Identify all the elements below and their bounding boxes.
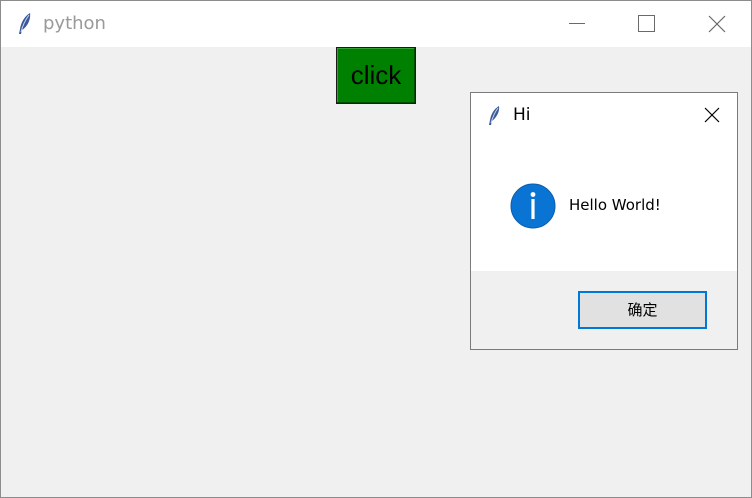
dialog-titlebar[interactable]: Hi bbox=[471, 93, 737, 137]
feather-icon bbox=[17, 12, 33, 36]
dialog-close-button[interactable] bbox=[697, 101, 727, 131]
titlebar[interactable]: python bbox=[1, 1, 751, 47]
message-dialog: Hi Hello World! 确定 bbox=[470, 92, 738, 350]
ok-button[interactable]: 确定 bbox=[578, 291, 707, 329]
dialog-title: Hi bbox=[513, 105, 531, 125]
dialog-footer: 确定 bbox=[471, 271, 737, 349]
feather-icon bbox=[487, 105, 501, 127]
dialog-body: Hello World! bbox=[471, 137, 737, 271]
close-button[interactable] bbox=[693, 1, 739, 47]
info-icon bbox=[509, 182, 557, 230]
minimize-button[interactable] bbox=[554, 1, 600, 47]
maximize-button[interactable] bbox=[623, 1, 669, 47]
dialog-message: Hello World! bbox=[569, 196, 661, 214]
close-icon bbox=[697, 107, 727, 135]
window-title: python bbox=[43, 13, 106, 34]
click-button[interactable]: click bbox=[336, 47, 416, 104]
